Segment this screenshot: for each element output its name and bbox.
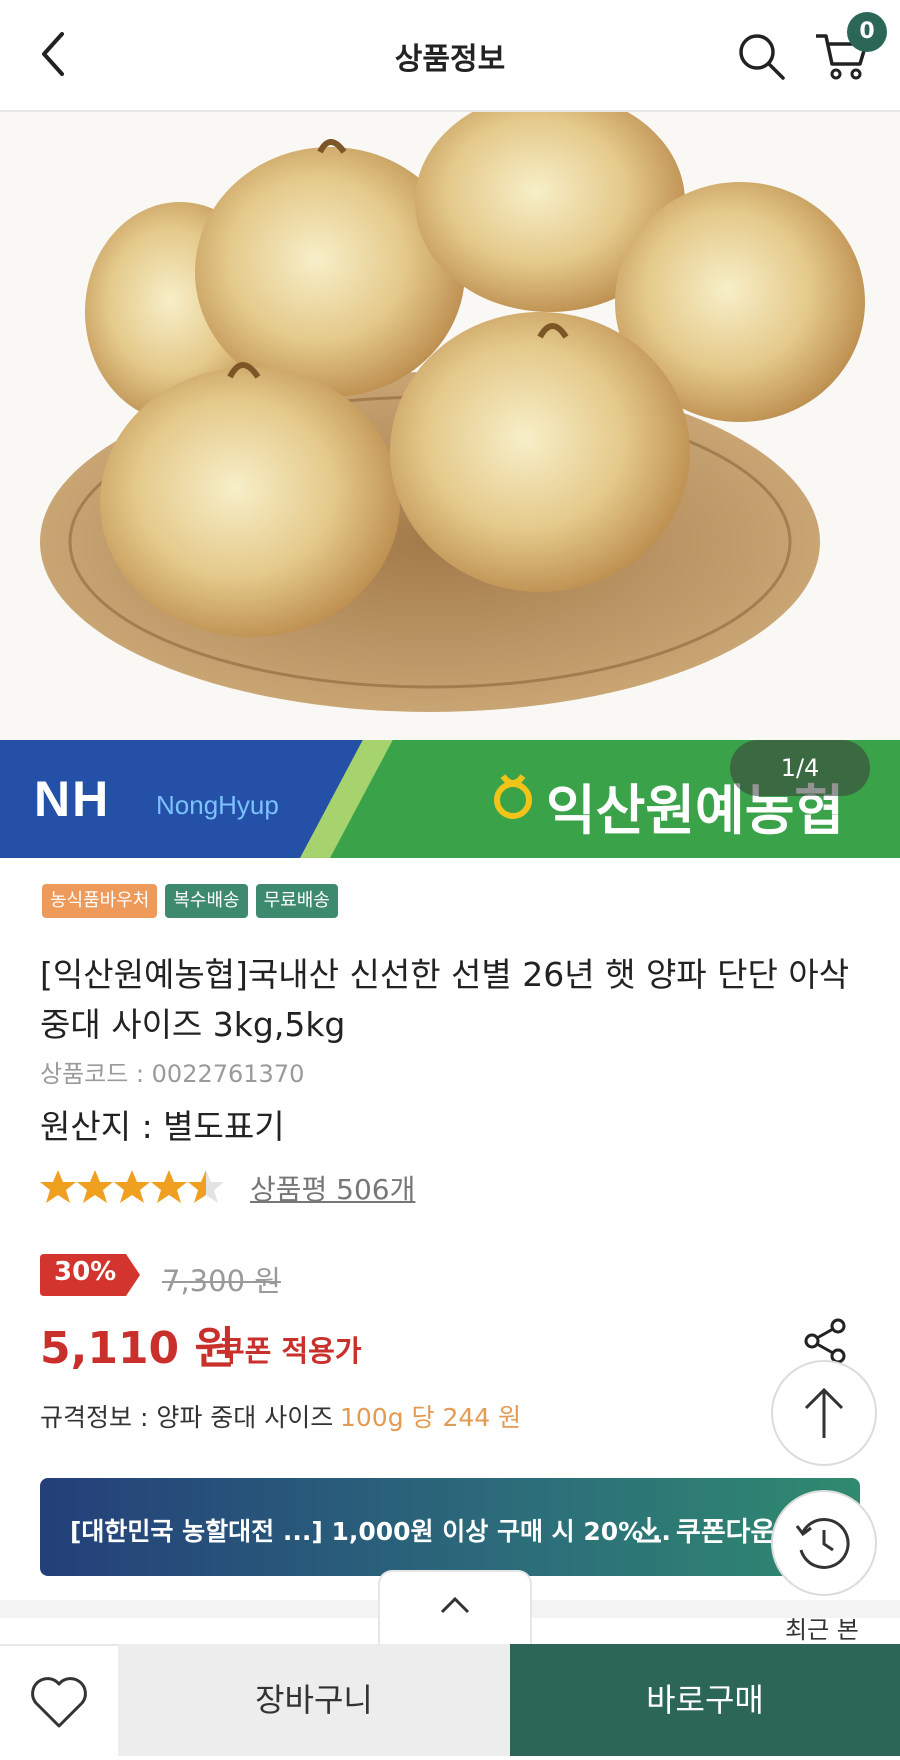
wishlist-button[interactable] xyxy=(0,1644,118,1756)
add-to-cart-button[interactable]: 장바구니 xyxy=(118,1644,510,1756)
arrow-up-icon xyxy=(804,1387,844,1438)
bottom-action-bar: 장바구니 바로구매 xyxy=(0,1644,900,1756)
app-header: 상품정보 0 xyxy=(0,0,900,112)
heart-icon xyxy=(31,1677,87,1728)
history-icon xyxy=(795,1518,850,1569)
discount-rate: 30% xyxy=(54,1257,117,1287)
product-origin: 원산지 : 별도표기 xyxy=(40,1107,285,1146)
nonghyup-text: NongHyup xyxy=(156,790,279,820)
share-icon[interactable] xyxy=(800,1316,850,1366)
unit-price: 100g 당 244 원 xyxy=(340,1403,522,1432)
onion-basket-image xyxy=(40,112,865,712)
expand-handle[interactable] xyxy=(378,1570,532,1646)
search-icon[interactable] xyxy=(733,28,789,84)
download-icon xyxy=(637,1517,661,1543)
product-image[interactable] xyxy=(0,112,900,740)
sale-price: 5,110 원 xyxy=(40,1323,235,1374)
cart-count-badge: 0 xyxy=(847,12,887,52)
nh-logo: NH xyxy=(34,771,111,827)
product-name: [익산원예농협]국내산 신선한 선별 26년 햇 양파 단단 아삭 중대 사이즈… xyxy=(40,955,850,1044)
badge-free-shipping: 무료배송 xyxy=(255,884,338,918)
rating-stars xyxy=(40,1170,224,1203)
spec-info: 규격정보 : 양파 중대 사이즈 xyxy=(40,1403,334,1432)
chevron-up-icon xyxy=(440,1596,470,1614)
badge-list: 농식품바우처 복수배송 무료배송 xyxy=(42,884,338,918)
coupon-price-label: 쿠폰 적용가 xyxy=(218,1334,362,1368)
image-pager: 1/4 xyxy=(730,740,870,796)
scroll-top-button[interactable] xyxy=(771,1360,877,1466)
review-count-link[interactable]: 상품평 506개 xyxy=(250,1168,415,1208)
badge-multi-delivery: 복수배송 xyxy=(165,884,248,918)
coupon-description: [대한민국 농할대전 ...] 1,000원 이상 구매 시 20% .. xyxy=(70,1517,671,1546)
coop-emblem-icon xyxy=(494,774,532,819)
buy-now-button[interactable]: 바로구매 xyxy=(510,1644,900,1756)
product-code: 상품코드 : 0022761370 xyxy=(40,1060,305,1088)
coupon-download-bar[interactable]: [대한민국 농할대전 ...] 1,000원 이상 구매 시 20% .. 쿠폰… xyxy=(40,1478,860,1576)
badge-voucher: 농식품바우처 xyxy=(42,884,158,918)
recent-viewed-button[interactable] xyxy=(771,1490,877,1596)
original-price: 7,300 원 xyxy=(162,1264,281,1298)
coupon-download-label: 쿠폰다운 xyxy=(676,1517,776,1548)
